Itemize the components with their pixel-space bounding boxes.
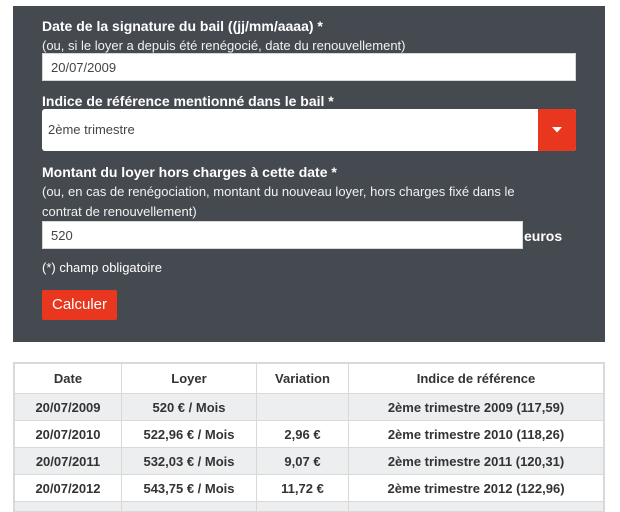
caret-down-icon[interactable] xyxy=(538,109,576,151)
cell-rent: 522,96 € / Mois xyxy=(122,421,257,448)
cell-date: 20/07/2012 xyxy=(15,475,122,502)
table-row: 20/07/2009 520 € / Mois 2ème trimestre 2… xyxy=(15,394,604,421)
rent-amount-hint-line2: contrat de renouvellement) xyxy=(42,203,197,220)
cell-date: 20/07/2009 xyxy=(15,394,122,421)
cell-index: 2ème trimestre 2012 (122,96) xyxy=(349,475,604,502)
cell-rent: 520 € / Mois xyxy=(122,394,257,421)
required-note: (*) champ obligatoire xyxy=(42,260,162,275)
rent-amount-input[interactable]: 520 xyxy=(42,221,523,249)
cell-index: 2ème trimestre 2010 (118,26) xyxy=(349,421,604,448)
cell-index: 2ème trimestre 2011 (120,31) xyxy=(349,448,604,475)
cell-variation: 2,96 € xyxy=(257,421,349,448)
cell-index: 2ème trimestre 2009 (117,59) xyxy=(349,394,604,421)
results-table: Date Loyer Variation Indice de référence… xyxy=(13,362,605,512)
table-row: 20/07/2012 543,75 € / Mois 11,72 € 2ème … xyxy=(15,475,604,502)
table-header-row: Date Loyer Variation Indice de référence xyxy=(15,364,604,394)
column-header-index: Indice de référence xyxy=(349,364,604,394)
signature-date-label: Date de la signature du bail ((jj/mm/aaa… xyxy=(42,18,323,35)
rent-amount-hint-line1: (ou, en cas de renégociation, montant du… xyxy=(42,183,515,200)
cell-variation xyxy=(257,394,349,421)
currency-unit: euros xyxy=(524,228,562,244)
column-header-date: Date xyxy=(15,364,122,394)
column-header-variation: Variation xyxy=(257,364,349,394)
cell-date: 20/07/2011 xyxy=(15,448,122,475)
cell-rent: 532,03 € / Mois xyxy=(122,448,257,475)
cell-rent: 543,75 € / Mois xyxy=(122,475,257,502)
cell-variation: 9,07 € xyxy=(257,448,349,475)
signature-date-input[interactable]: 20/07/2009 xyxy=(42,53,576,81)
calculate-button[interactable]: Calculer xyxy=(42,290,117,320)
reference-index-value: 2ème trimestre xyxy=(48,109,135,151)
reference-index-select[interactable]: 2ème trimestre xyxy=(42,109,576,151)
reference-index-label: Indice de référence mentionné dans le ba… xyxy=(42,93,334,110)
signature-date-hint: (ou, si le loyer a depuis été renégocié,… xyxy=(42,37,406,54)
cell-variation: 11,72 € xyxy=(257,475,349,502)
table-row: 20/07/2011 532,03 € / Mois 9,07 € 2ème t… xyxy=(15,448,604,475)
rent-amount-label: Montant du loyer hors charges à cette da… xyxy=(42,164,337,181)
column-header-rent: Loyer xyxy=(122,364,257,394)
table-row: 20/07/2010 522,96 € / Mois 2,96 € 2ème t… xyxy=(15,421,604,448)
cell-date: 20/07/2010 xyxy=(15,421,122,448)
rent-revision-form: Date de la signature du bail ((jj/mm/aaa… xyxy=(13,6,605,342)
